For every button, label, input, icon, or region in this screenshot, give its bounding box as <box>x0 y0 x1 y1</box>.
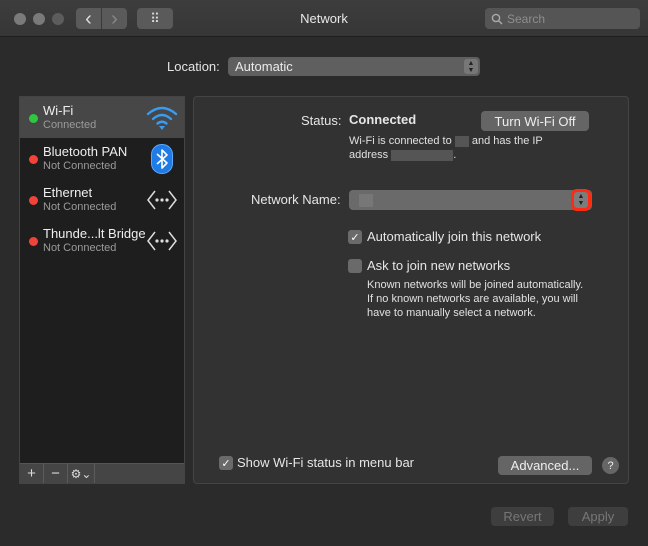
search-input[interactable] <box>507 11 627 26</box>
status-dot <box>29 114 38 123</box>
status-dot <box>29 237 38 246</box>
status-label: Status: <box>301 113 342 128</box>
service-status: Not Connected <box>43 242 117 254</box>
service-list-toolbar: + − ⚙⌄ <box>20 463 184 483</box>
title-bar: ‹ › ⠿ Network <box>0 0 648 37</box>
status-dot <box>29 155 38 164</box>
add-service-button[interactable]: + <box>20 464 44 483</box>
ask-join-checkbox[interactable] <box>348 259 362 273</box>
checkmark-icon: ✓ <box>350 231 360 244</box>
help-button[interactable]: ? <box>602 457 619 474</box>
plus-icon: + <box>27 465 36 482</box>
status-value: Connected <box>349 112 417 127</box>
status-desc-text: . <box>453 149 457 161</box>
redacted-ip-address <box>391 149 454 161</box>
auto-join-checkbox[interactable]: ✓ <box>348 230 362 244</box>
question-mark-icon: ? <box>607 459 614 472</box>
detail-panel: Status: Connected Turn Wi-Fi Off Wi-Fi i… <box>193 96 629 484</box>
status-dot <box>29 196 38 205</box>
network-name-popup[interactable]: ▲ ▼ <box>349 189 592 211</box>
wifi-icon <box>146 103 178 133</box>
status-description: Wi-Fi is connected to and has the IP add… <box>349 134 589 162</box>
service-name: Thunde...lt Bridge <box>43 226 146 241</box>
status-desc-text: address <box>349 149 389 161</box>
service-actions-menu[interactable]: ⚙⌄ <box>68 464 95 483</box>
service-item-wifi[interactable]: Wi-Fi Connected <box>20 97 184 138</box>
network-name-label: Network Name: <box>251 192 341 207</box>
advanced-button[interactable]: Advanced... <box>498 456 592 475</box>
up-down-arrows-icon: ▲ ▼ <box>464 59 478 74</box>
service-status: Connected <box>43 119 97 131</box>
thunderbolt-bridge-icon <box>146 226 178 256</box>
service-item-ethernet[interactable]: Ethernet Not Connected <box>20 179 184 220</box>
service-status: Not Connected <box>43 160 117 172</box>
search-field[interactable] <box>485 8 640 29</box>
redacted-network-value <box>359 193 373 207</box>
status-desc-text: and has the IP <box>471 135 543 147</box>
auto-join-label: Automatically join this network <box>367 229 542 244</box>
minus-icon: − <box>51 465 60 482</box>
service-item-thunderbolt-bridge[interactable]: Thunde...lt Bridge Not Connected <box>20 220 184 261</box>
service-list: Wi-Fi Connected Bluetooth PAN Not Connec… <box>19 96 185 484</box>
apply-button[interactable]: Apply <box>568 507 628 526</box>
ask-join-help-text: Known networks will be joined automatica… <box>367 279 584 319</box>
location-value: Automatic <box>235 59 293 74</box>
show-status-label: Show Wi-Fi status in menu bar <box>237 455 415 470</box>
location-popup[interactable]: Automatic ▲ ▼ <box>228 57 480 76</box>
service-item-bluetooth-pan[interactable]: Bluetooth PAN Not Connected <box>20 138 184 179</box>
show-status-checkbox[interactable]: ✓ <box>219 456 233 470</box>
service-name: Bluetooth PAN <box>43 144 128 159</box>
ethernet-icon <box>146 185 178 215</box>
revert-button[interactable]: Revert <box>491 507 554 526</box>
search-icon <box>491 13 503 25</box>
location-label: Location: <box>167 59 220 74</box>
ask-join-label: Ask to join new networks <box>367 258 511 273</box>
service-name: Ethernet <box>43 185 93 200</box>
status-desc-text: Wi-Fi is connected to <box>349 135 452 147</box>
checkmark-icon: ✓ <box>221 457 231 470</box>
service-name: Wi-Fi <box>43 103 74 118</box>
bluetooth-icon <box>146 144 178 174</box>
remove-service-button[interactable]: − <box>44 464 68 483</box>
up-down-arrows-icon[interactable]: ▲ ▼ <box>571 189 591 211</box>
turn-wifi-off-button[interactable]: Turn Wi-Fi Off <box>481 111 589 131</box>
service-status: Not Connected <box>43 201 117 213</box>
redacted-network-name <box>454 135 469 147</box>
gear-icon: ⚙⌄ <box>70 466 92 481</box>
